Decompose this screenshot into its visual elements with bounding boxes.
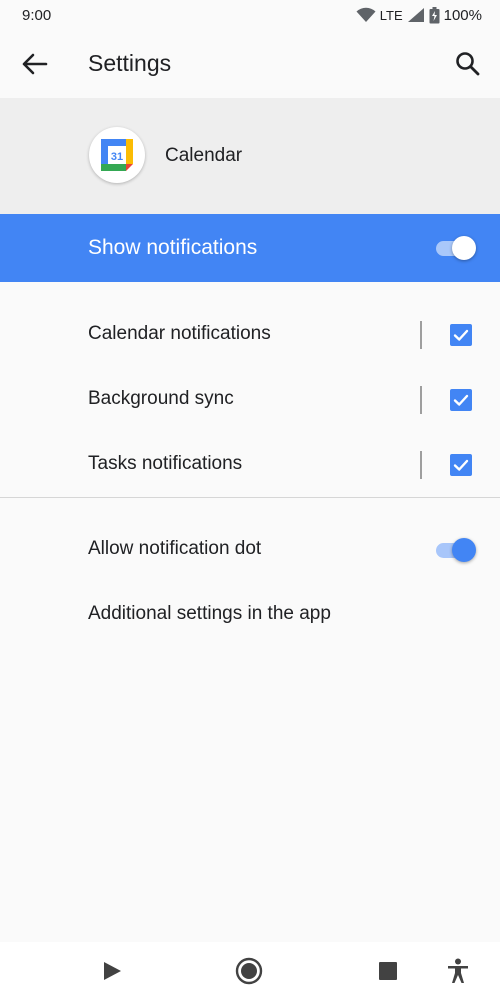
calendar-icon-day: 31	[111, 151, 123, 163]
app-bar: Settings	[0, 30, 500, 98]
square-icon[interactable]	[378, 961, 398, 981]
notification-dot-row[interactable]: Allow notification dot	[0, 517, 500, 582]
search-icon[interactable]	[452, 48, 484, 80]
accessibility-icon[interactable]	[446, 958, 470, 984]
channel-row-calendar-notifications[interactable]: Calendar notifications	[0, 302, 500, 367]
battery-level: 100%	[443, 6, 482, 24]
toggle-thumb	[452, 538, 476, 562]
page-title: Settings	[88, 50, 172, 76]
channel-checkbox[interactable]	[450, 324, 472, 346]
channel-label: Tasks notifications	[88, 453, 243, 474]
play-icon[interactable]	[102, 961, 122, 981]
check-icon	[453, 459, 469, 471]
channel-label: Background sync	[88, 388, 234, 409]
app-name: Calendar	[165, 145, 243, 166]
check-icon	[453, 394, 469, 406]
home-icon[interactable]	[235, 957, 263, 985]
calendar-app-icon: 31	[89, 127, 145, 183]
channel-label: Calendar notifications	[88, 323, 271, 344]
calendar-icon: 31	[101, 139, 133, 171]
status-bar: 9:00 LTE 100%	[0, 0, 500, 30]
status-icons: LTE 100%	[356, 6, 482, 24]
additional-settings-label: Additional settings in the app	[88, 603, 331, 624]
row-divider	[420, 386, 422, 414]
network-type: LTE	[379, 7, 403, 23]
app-info-header: 31 Calendar	[0, 98, 500, 214]
channel-checkbox[interactable]	[450, 389, 472, 411]
section-divider	[0, 497, 500, 498]
notification-dot-toggle[interactable]	[436, 537, 476, 563]
signal-icon	[407, 8, 424, 22]
battery-icon	[429, 6, 440, 23]
toggle-thumb	[452, 236, 476, 260]
status-time: 9:00	[22, 6, 52, 24]
arrow-back-icon[interactable]	[18, 50, 50, 78]
show-notifications-toggle[interactable]	[436, 235, 476, 261]
channel-checkbox[interactable]	[450, 454, 472, 476]
notification-dot-label: Allow notification dot	[88, 538, 262, 559]
row-divider	[420, 321, 422, 349]
show-notifications-row[interactable]: Show notifications	[0, 214, 500, 282]
settings-screen: 9:00 LTE 100% Settings 31 Calendar Show …	[0, 0, 500, 1000]
check-icon	[453, 329, 469, 341]
row-divider	[420, 451, 422, 479]
show-notifications-label: Show notifications	[88, 236, 258, 259]
channel-row-tasks-notifications[interactable]: Tasks notifications	[0, 432, 500, 497]
system-nav-bar	[0, 942, 500, 1000]
channel-row-background-sync[interactable]: Background sync	[0, 367, 500, 432]
wifi-icon	[356, 7, 376, 22]
additional-settings-row[interactable]: Additional settings in the app	[0, 582, 500, 647]
